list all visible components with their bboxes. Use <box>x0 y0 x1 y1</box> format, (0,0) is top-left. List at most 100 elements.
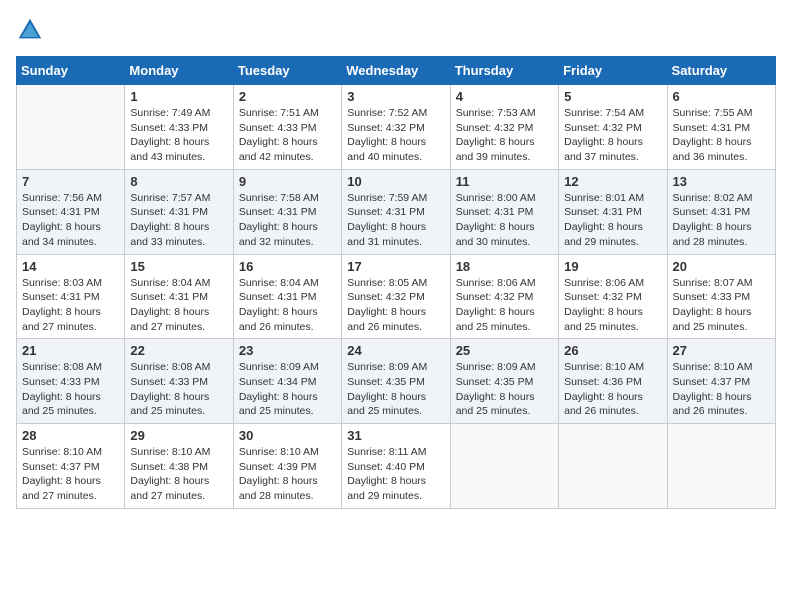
cell-info: Sunrise: 7:49 AMSunset: 4:33 PMDaylight:… <box>130 106 227 165</box>
cell-info: Sunrise: 8:09 AMSunset: 4:34 PMDaylight:… <box>239 360 336 419</box>
cell-info: Sunrise: 7:56 AMSunset: 4:31 PMDaylight:… <box>22 191 119 250</box>
page-header <box>16 16 776 44</box>
cell-info: Sunrise: 8:06 AMSunset: 4:32 PMDaylight:… <box>564 276 661 335</box>
calendar-table: SundayMondayTuesdayWednesdayThursdayFrid… <box>16 56 776 509</box>
cell-info: Sunrise: 7:59 AMSunset: 4:31 PMDaylight:… <box>347 191 444 250</box>
cell-info: Sunrise: 7:54 AMSunset: 4:32 PMDaylight:… <box>564 106 661 165</box>
calendar-cell: 6 Sunrise: 7:55 AMSunset: 4:31 PMDaylight… <box>667 85 775 170</box>
calendar-cell: 13 Sunrise: 8:02 AMSunset: 4:31 PMDayligh… <box>667 169 775 254</box>
calendar-cell: 23 Sunrise: 8:09 AMSunset: 4:34 PMDayligh… <box>233 339 341 424</box>
calendar-cell: 12 Sunrise: 8:01 AMSunset: 4:31 PMDayligh… <box>559 169 667 254</box>
day-number: 9 <box>239 174 336 189</box>
calendar-cell: 4 Sunrise: 7:53 AMSunset: 4:32 PMDaylight… <box>450 85 558 170</box>
day-number: 2 <box>239 89 336 104</box>
day-number: 29 <box>130 428 227 443</box>
weekday-header-friday: Friday <box>559 57 667 85</box>
calendar-cell: 31Sunrise: 8:11 AMSunset: 4:40 PMDayligh… <box>342 424 450 509</box>
calendar-cell: 20Sunrise: 8:07 AMSunset: 4:33 PMDayligh… <box>667 254 775 339</box>
day-number: 17 <box>347 259 444 274</box>
day-number: 8 <box>130 174 227 189</box>
day-number: 6 <box>673 89 770 104</box>
logo <box>16 16 48 44</box>
calendar-cell: 8 Sunrise: 7:57 AMSunset: 4:31 PMDaylight… <box>125 169 233 254</box>
day-number: 12 <box>564 174 661 189</box>
day-number: 19 <box>564 259 661 274</box>
cell-info: Sunrise: 8:10 AMSunset: 4:37 PMDaylight:… <box>673 360 770 419</box>
calendar-cell <box>17 85 125 170</box>
calendar-cell: 18Sunrise: 8:06 AMSunset: 4:32 PMDayligh… <box>450 254 558 339</box>
weekday-header-monday: Monday <box>125 57 233 85</box>
calendar-week-row: 7 Sunrise: 7:56 AMSunset: 4:31 PMDaylight… <box>17 169 776 254</box>
day-number: 3 <box>347 89 444 104</box>
logo-icon <box>16 16 44 44</box>
calendar-cell: 11 Sunrise: 8:00 AMSunset: 4:31 PMDayligh… <box>450 169 558 254</box>
calendar-cell <box>559 424 667 509</box>
weekday-header-row: SundayMondayTuesdayWednesdayThursdayFrid… <box>17 57 776 85</box>
calendar-cell: 24 Sunrise: 8:09 AMSunset: 4:35 PMDayligh… <box>342 339 450 424</box>
day-number: 5 <box>564 89 661 104</box>
weekday-header-thursday: Thursday <box>450 57 558 85</box>
cell-info: Sunrise: 8:02 AMSunset: 4:31 PMDaylight:… <box>673 191 770 250</box>
calendar-cell: 28Sunrise: 8:10 AMSunset: 4:37 PMDayligh… <box>17 424 125 509</box>
day-number: 20 <box>673 259 770 274</box>
day-number: 22 <box>130 343 227 358</box>
calendar-cell: 14 Sunrise: 8:03 AMSunset: 4:31 PMDayligh… <box>17 254 125 339</box>
weekday-header-sunday: Sunday <box>17 57 125 85</box>
calendar-cell: 30 Sunrise: 8:10 AMSunset: 4:39 PMDayligh… <box>233 424 341 509</box>
day-number: 26 <box>564 343 661 358</box>
cell-info: Sunrise: 8:09 AMSunset: 4:35 PMDaylight:… <box>456 360 553 419</box>
day-number: 16 <box>239 259 336 274</box>
day-number: 1 <box>130 89 227 104</box>
day-number: 4 <box>456 89 553 104</box>
day-number: 11 <box>456 174 553 189</box>
cell-info: Sunrise: 8:01 AMSunset: 4:31 PMDaylight:… <box>564 191 661 250</box>
day-number: 23 <box>239 343 336 358</box>
calendar-cell: 1 Sunrise: 7:49 AMSunset: 4:33 PMDaylight… <box>125 85 233 170</box>
cell-info: Sunrise: 8:08 AMSunset: 4:33 PMDaylight:… <box>22 360 119 419</box>
calendar-cell <box>450 424 558 509</box>
weekday-header-saturday: Saturday <box>667 57 775 85</box>
cell-info: Sunrise: 8:10 AMSunset: 4:39 PMDaylight:… <box>239 445 336 504</box>
day-number: 15 <box>130 259 227 274</box>
cell-info: Sunrise: 7:55 AMSunset: 4:31 PMDaylight:… <box>673 106 770 165</box>
day-number: 25 <box>456 343 553 358</box>
day-number: 21 <box>22 343 119 358</box>
day-number: 30 <box>239 428 336 443</box>
calendar-cell: 5 Sunrise: 7:54 AMSunset: 4:32 PMDaylight… <box>559 85 667 170</box>
calendar-cell: 9 Sunrise: 7:58 AMSunset: 4:31 PMDaylight… <box>233 169 341 254</box>
day-number: 7 <box>22 174 119 189</box>
cell-info: Sunrise: 8:05 AMSunset: 4:32 PMDaylight:… <box>347 276 444 335</box>
cell-info: Sunrise: 7:57 AMSunset: 4:31 PMDaylight:… <box>130 191 227 250</box>
day-number: 27 <box>673 343 770 358</box>
cell-info: Sunrise: 8:09 AMSunset: 4:35 PMDaylight:… <box>347 360 444 419</box>
cell-info: Sunrise: 7:51 AMSunset: 4:33 PMDaylight:… <box>239 106 336 165</box>
cell-info: Sunrise: 8:10 AMSunset: 4:38 PMDaylight:… <box>130 445 227 504</box>
calendar-week-row: 1 Sunrise: 7:49 AMSunset: 4:33 PMDaylight… <box>17 85 776 170</box>
calendar-cell: 2 Sunrise: 7:51 AMSunset: 4:33 PMDaylight… <box>233 85 341 170</box>
day-number: 24 <box>347 343 444 358</box>
day-number: 13 <box>673 174 770 189</box>
day-number: 18 <box>456 259 553 274</box>
calendar-week-row: 28Sunrise: 8:10 AMSunset: 4:37 PMDayligh… <box>17 424 776 509</box>
day-number: 14 <box>22 259 119 274</box>
calendar-cell: 16Sunrise: 8:04 AMSunset: 4:31 PMDayligh… <box>233 254 341 339</box>
cell-info: Sunrise: 7:58 AMSunset: 4:31 PMDaylight:… <box>239 191 336 250</box>
cell-info: Sunrise: 8:08 AMSunset: 4:33 PMDaylight:… <box>130 360 227 419</box>
cell-info: Sunrise: 8:03 AMSunset: 4:31 PMDaylight:… <box>22 276 119 335</box>
calendar-cell: 3 Sunrise: 7:52 AMSunset: 4:32 PMDaylight… <box>342 85 450 170</box>
calendar-cell: 27 Sunrise: 8:10 AMSunset: 4:37 PMDayligh… <box>667 339 775 424</box>
day-number: 10 <box>347 174 444 189</box>
cell-info: Sunrise: 8:00 AMSunset: 4:31 PMDaylight:… <box>456 191 553 250</box>
cell-info: Sunrise: 7:52 AMSunset: 4:32 PMDaylight:… <box>347 106 444 165</box>
weekday-header-tuesday: Tuesday <box>233 57 341 85</box>
calendar-cell: 7 Sunrise: 7:56 AMSunset: 4:31 PMDaylight… <box>17 169 125 254</box>
calendar-cell: 10 Sunrise: 7:59 AMSunset: 4:31 PMDayligh… <box>342 169 450 254</box>
cell-info: Sunrise: 7:53 AMSunset: 4:32 PMDaylight:… <box>456 106 553 165</box>
calendar-cell <box>667 424 775 509</box>
calendar-week-row: 14 Sunrise: 8:03 AMSunset: 4:31 PMDayligh… <box>17 254 776 339</box>
calendar-cell: 15Sunrise: 8:04 AMSunset: 4:31 PMDayligh… <box>125 254 233 339</box>
calendar-cell: 17 Sunrise: 8:05 AMSunset: 4:32 PMDayligh… <box>342 254 450 339</box>
day-number: 28 <box>22 428 119 443</box>
calendar-cell: 25 Sunrise: 8:09 AMSunset: 4:35 PMDayligh… <box>450 339 558 424</box>
calendar-cell: 22 Sunrise: 8:08 AMSunset: 4:33 PMDayligh… <box>125 339 233 424</box>
